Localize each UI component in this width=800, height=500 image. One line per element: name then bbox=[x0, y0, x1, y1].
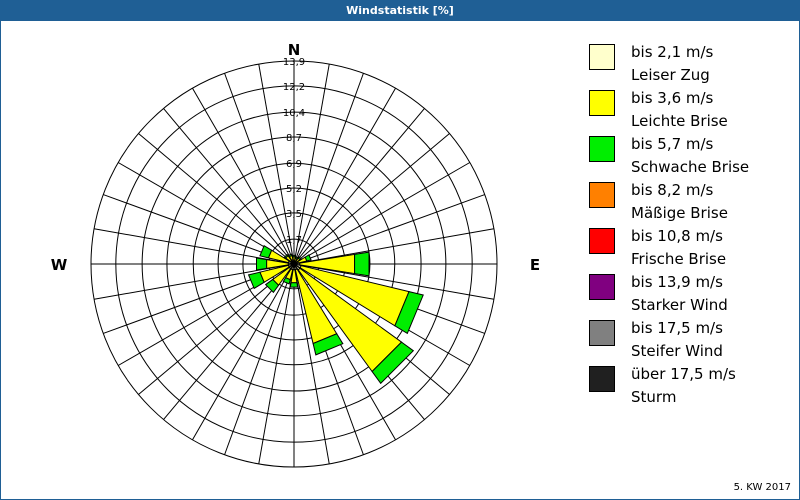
radial-tick-label: 6,9 bbox=[286, 159, 302, 170]
bar-nnw-3 bbox=[287, 253, 293, 258]
legend-speed-label: bis 5,7 m/s bbox=[631, 135, 714, 153]
legend-swatch bbox=[589, 182, 615, 208]
radial-tick-label: 10,4 bbox=[283, 108, 305, 119]
compass-w: W bbox=[51, 256, 68, 274]
radial-tick-label: 5,2 bbox=[286, 184, 302, 195]
legend-swatch bbox=[589, 44, 615, 70]
legend-description-label: Starker Wind bbox=[631, 296, 728, 314]
legend-speed-label: bis 13,9 m/s bbox=[631, 273, 723, 291]
legend-swatch bbox=[589, 366, 615, 392]
compass-s: S bbox=[293, 497, 304, 499]
bar-n-3 bbox=[292, 254, 296, 258]
legend-description-label: Leichte Brise bbox=[631, 112, 728, 130]
bar-ene-3 bbox=[304, 254, 312, 262]
bar-s-3 bbox=[289, 282, 299, 288]
wind-statistics-window: Windstatistik [%] 1,7 3,5 5,2 6,9 8,7 10,4 12,… bbox=[0, 0, 800, 500]
bar-w-3 bbox=[256, 257, 268, 271]
legend-description-label: Sturm bbox=[631, 388, 677, 406]
legend-description-label: Mäßige Brise bbox=[631, 204, 728, 222]
window-title: Windstatistik [%] bbox=[1, 1, 799, 21]
legend-speed-label: über 17,5 m/s bbox=[631, 365, 736, 383]
legend-speed-label: bis 8,2 m/s bbox=[631, 181, 714, 199]
legend-speed-label: bis 17,5 m/s bbox=[631, 319, 723, 337]
radial-tick-label: 3,5 bbox=[286, 209, 302, 220]
legend-speed-label: bis 10,8 m/s bbox=[631, 227, 723, 245]
bar-e-3 bbox=[354, 251, 370, 277]
legend-speed-label: bis 2,1 m/s bbox=[631, 43, 714, 61]
week-label: 5. KW 2017 bbox=[733, 482, 791, 493]
compass-e: E bbox=[530, 256, 540, 274]
wind-rose-chart: 1,73,55,26,98,710,412,213,9 NESW bbox=[51, 41, 540, 499]
compass-n: N bbox=[288, 41, 301, 59]
legend-swatch bbox=[589, 136, 615, 162]
radial-tick-label: 8,7 bbox=[286, 133, 302, 144]
legend-description-label: Schwache Brise bbox=[631, 158, 750, 176]
legend-swatch bbox=[589, 90, 615, 116]
legend-description-label: Steifer Wind bbox=[631, 342, 723, 360]
legend-description-label: Frische Brise bbox=[631, 250, 727, 268]
legend-swatch bbox=[589, 320, 615, 346]
legend-swatch bbox=[589, 274, 615, 300]
legend-swatch bbox=[589, 228, 615, 254]
radial-tick-label: 12,2 bbox=[283, 82, 305, 93]
radial-tick-label: 1,7 bbox=[286, 235, 302, 246]
legend-speed-label: bis 3,6 m/s bbox=[631, 89, 714, 107]
legend-description-label: Leiser Zug bbox=[631, 66, 710, 84]
